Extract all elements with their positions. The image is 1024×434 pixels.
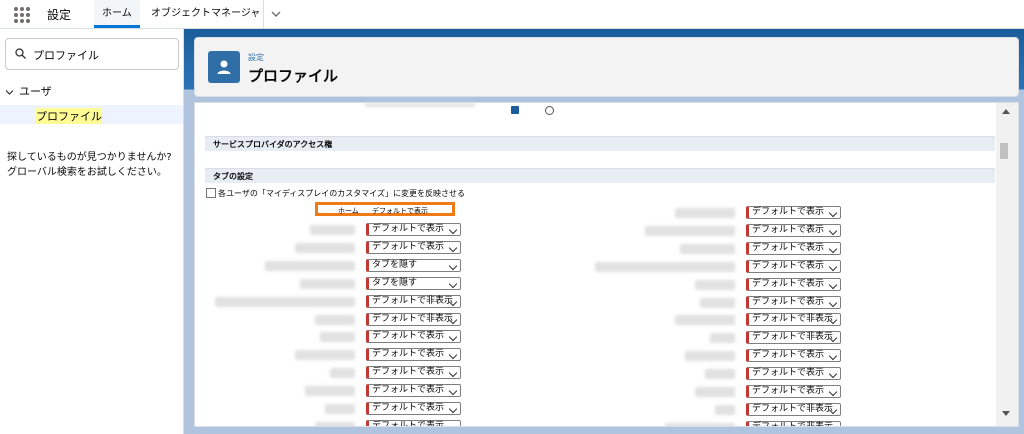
left-tab-visibility-select[interactable]: タブを隠す bbox=[366, 258, 461, 272]
blurred-tab-label bbox=[265, 260, 355, 271]
blurred-tab-label bbox=[315, 314, 355, 325]
blurred-tab-label bbox=[310, 225, 355, 235]
page-header: 設定 プロファイル bbox=[194, 37, 1019, 97]
blurred-tab-label bbox=[680, 243, 735, 254]
scroll-up-icon[interactable] bbox=[1002, 109, 1010, 114]
right-tab-visibility-select[interactable]: デフォルトで表示 bbox=[746, 277, 841, 291]
settings-row-partial bbox=[195, 103, 995, 115]
blurred-tab-label bbox=[295, 242, 355, 253]
app-name: 設定 bbox=[47, 8, 72, 22]
home-tab-row-highlight: ホーム デフォルトで表示 bbox=[315, 202, 455, 216]
tree-item-users[interactable]: ユーザ bbox=[5, 83, 52, 99]
page-eyebrow: 設定 bbox=[248, 53, 264, 62]
search-icon bbox=[15, 48, 26, 59]
help-line-2: グローバル検索をお試しください。 bbox=[7, 167, 167, 178]
right-tab-visibility-select[interactable]: デフォルトで表示 bbox=[746, 223, 841, 237]
chevron-down-icon bbox=[5, 89, 14, 95]
left-tab-visibility-select[interactable]: デフォルトで表示 bbox=[366, 419, 461, 426]
left-tab-visibility-select[interactable]: タブを隠す bbox=[366, 276, 461, 290]
right-tab-visibility-select[interactable]: デフォルトで表示 bbox=[746, 385, 841, 398]
right-tab-visibility-select[interactable]: デフォルトで表示 bbox=[746, 295, 841, 309]
tree-item-profiles-label: プロファイル bbox=[36, 108, 102, 124]
checkbox-unchecked[interactable] bbox=[206, 188, 216, 198]
blurred-tab-label bbox=[325, 404, 355, 414]
blurred-tab-label bbox=[675, 208, 735, 218]
quick-find-value: プロファイル bbox=[33, 49, 99, 62]
right-tab-visibility-select[interactable]: デフォルトで表示 bbox=[746, 206, 841, 219]
left-tab-visibility-select[interactable]: デフォルトで表示 bbox=[366, 348, 461, 362]
scroll-down-icon[interactable] bbox=[1002, 411, 1010, 416]
right-tab-visibility-select[interactable]: デフォルトで表示 bbox=[746, 367, 841, 381]
quick-find-input[interactable]: プロファイル bbox=[5, 38, 179, 70]
left-tab-visibility-select[interactable]: デフォルトで表示 bbox=[366, 366, 461, 380]
blurred-tab-label bbox=[305, 386, 355, 397]
blurred-tab-label bbox=[700, 297, 735, 308]
profile-detail-frame: サービスプロバイダのアクセス権 タブの設定 各ユーザの「マイディスプレイのカスタ… bbox=[194, 102, 1019, 427]
blurred-tab-label bbox=[215, 296, 355, 307]
right-tab-visibility-select[interactable]: デフォルトで表示 bbox=[746, 259, 841, 273]
tree-item-users-label: ユーザ bbox=[19, 85, 52, 98]
app-launcher-icon[interactable] bbox=[14, 7, 30, 23]
blurred-tab-label bbox=[645, 225, 735, 236]
setup-sidebar: プロファイル ユーザ プロファイル 探しているものが見つかりませんか? グローバ… bbox=[0, 29, 184, 434]
right-tab-visibility-select[interactable]: デフォルトで非表示 bbox=[746, 402, 841, 416]
left-tab-visibility-select[interactable]: デフォルトで表示 bbox=[366, 384, 461, 398]
chevron-down-icon[interactable] bbox=[263, 0, 288, 28]
blurred-tab-label bbox=[330, 368, 355, 379]
help-text: 探しているものが見つかりませんか? グローバル検索をお試しください。 bbox=[7, 150, 182, 180]
blurred-tab-label bbox=[710, 333, 735, 344]
left-tab-visibility-select[interactable]: デフォルトで非表示 bbox=[366, 294, 461, 308]
blurred-label bbox=[365, 103, 475, 107]
right-tab-visibility-select[interactable]: デフォルトで非表示 bbox=[746, 420, 841, 426]
section-service-provider-access: サービスプロバイダのアクセス権 bbox=[205, 136, 995, 151]
right-tab-visibility-select[interactable]: デフォルトで非表示 bbox=[746, 331, 841, 345]
right-tab-visibility-select[interactable]: デフォルトで表示 bbox=[746, 349, 841, 363]
blurred-tab-label bbox=[300, 278, 355, 289]
blurred-tab-label bbox=[715, 404, 735, 415]
left-tab-visibility-select[interactable]: デフォルトで表示 bbox=[366, 223, 461, 236]
right-tab-visibility-select[interactable]: デフォルトで非表示 bbox=[746, 313, 841, 327]
blurred-tab-label bbox=[685, 351, 735, 362]
blurred-tab-label bbox=[315, 421, 355, 426]
section-tab-settings: タブの設定 bbox=[205, 168, 995, 183]
left-tab-visibility-select[interactable]: デフォルトで表示 bbox=[366, 402, 461, 415]
tree-item-profiles[interactable]: プロファイル bbox=[0, 105, 183, 124]
tab-object-manager[interactable]: オブジェクトマネージャ bbox=[143, 0, 268, 28]
scroll-thumb[interactable] bbox=[1000, 143, 1008, 159]
blurred-tab-label bbox=[595, 261, 735, 272]
blurred-tab-label bbox=[665, 422, 735, 426]
vertical-scrollbar[interactable] bbox=[996, 103, 1018, 426]
left-tab-visibility-select[interactable]: デフォルトで非表示 bbox=[366, 312, 461, 326]
right-tab-visibility-select[interactable]: デフォルトで表示 bbox=[746, 241, 841, 255]
blurred-tab-label bbox=[705, 369, 735, 380]
blurred-tab-label bbox=[320, 332, 355, 343]
reflect-customizations-checkbox[interactable]: 各ユーザの「マイディスプレイのカスタマイズ」に変更を反映させる bbox=[206, 188, 466, 199]
blurred-tab-label bbox=[695, 387, 735, 397]
global-header: 設定 ホーム オブジェクトマネージャ bbox=[0, 0, 1024, 29]
user-icon bbox=[208, 51, 240, 83]
blurred-tab-label bbox=[675, 315, 735, 326]
home-tab-value: デフォルトで表示 bbox=[372, 207, 428, 215]
tab-home[interactable]: ホーム bbox=[94, 0, 140, 28]
help-line-1: 探しているものが見つかりませんか? bbox=[7, 152, 172, 163]
checkbox-checked[interactable] bbox=[511, 106, 519, 114]
left-tab-visibility-select[interactable]: デフォルトで表示 bbox=[366, 240, 461, 254]
blurred-tab-label bbox=[695, 279, 735, 290]
left-tab-visibility-select[interactable]: デフォルトで表示 bbox=[366, 330, 461, 344]
home-tab-label: ホーム bbox=[338, 207, 359, 215]
reflect-customizations-label: 各ユーザの「マイディスプレイのカスタマイズ」に変更を反映させる bbox=[218, 189, 466, 198]
radio-button[interactable] bbox=[545, 106, 554, 115]
blurred-tab-label bbox=[295, 350, 355, 361]
page-title: プロファイル bbox=[248, 67, 339, 85]
